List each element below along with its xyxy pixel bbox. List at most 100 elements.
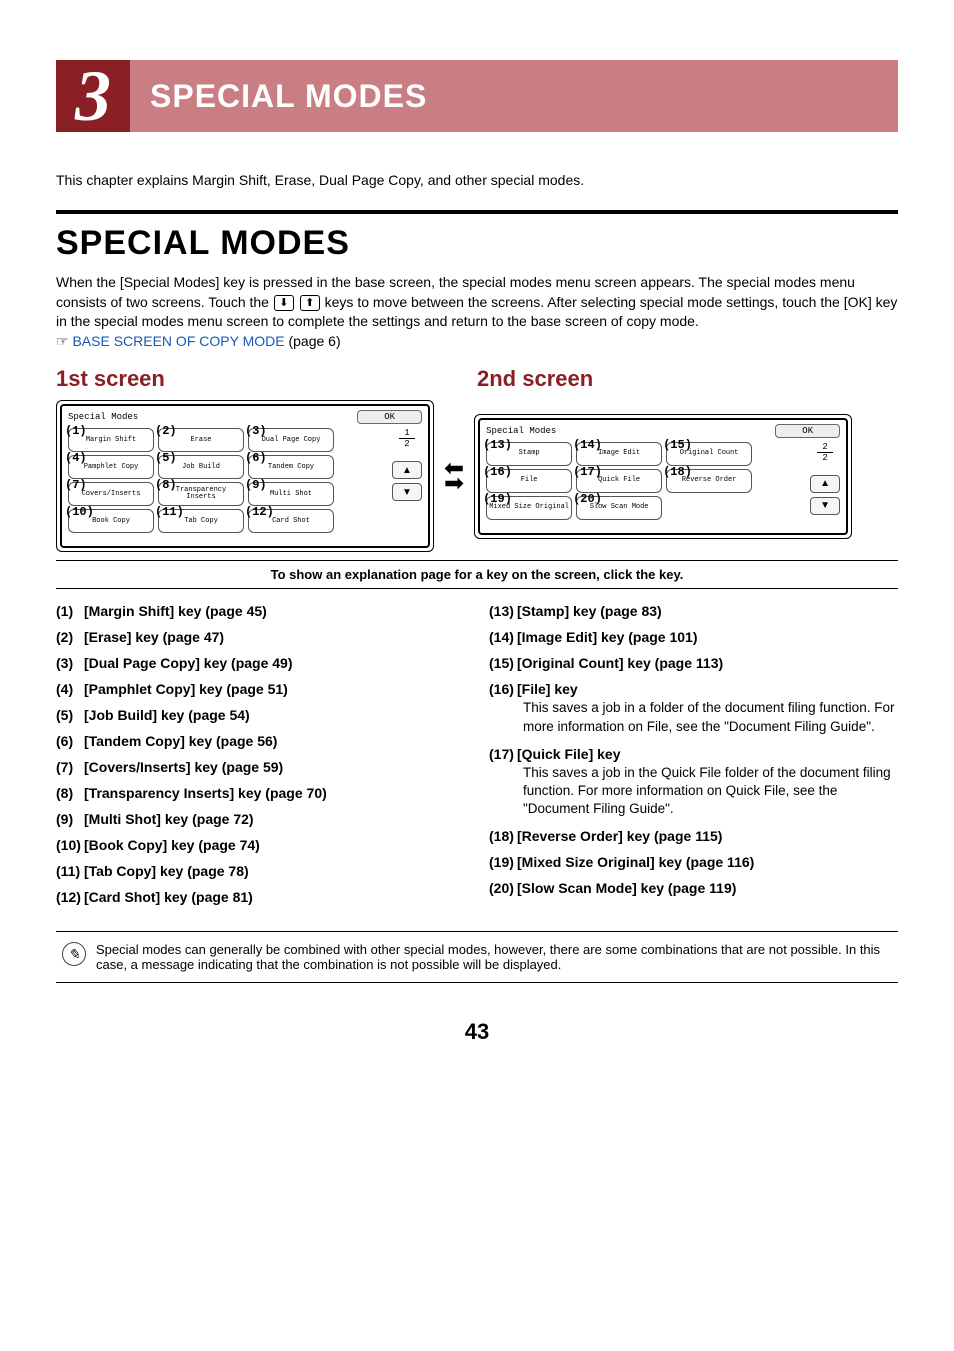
item-number: (4) (56, 681, 84, 697)
mode-key[interactable]: (10)Book Copy (68, 509, 154, 533)
page-number: 43 (56, 1019, 898, 1045)
callout-number: (17) (573, 466, 602, 479)
mode-key[interactable]: (14)Image Edit (576, 442, 662, 466)
divider (56, 210, 898, 214)
item-label: [Tandem Copy] key (page 56) (84, 733, 277, 749)
chapter-title: SPECIAL MODES (130, 60, 898, 132)
mode-key-label: Pamphlet Copy (84, 464, 139, 472)
up-arrow-icon: ⬆ (300, 295, 320, 311)
pointer-icon: ☞ (56, 335, 69, 350)
item-label: [Covers/Inserts] key (page 59) (84, 759, 283, 775)
item-label: [Image Edit] key (page 101) (517, 629, 698, 645)
item-number: (1) (56, 603, 84, 619)
key-list-item: (5)[Job Build] key (page 54) (56, 707, 465, 723)
mode-key[interactable]: (8)Transparency Inserts (158, 482, 244, 506)
item-number: (14) (489, 629, 517, 645)
ok-button[interactable]: OK (775, 424, 840, 438)
item-number: (8) (56, 785, 84, 801)
item-label: [Job Build] key (page 54) (84, 707, 250, 723)
item-label: [Transparency Inserts] key (page 70) (84, 785, 327, 801)
callout-number: (11) (155, 506, 184, 519)
callout-number: (3) (245, 425, 267, 438)
item-number: (17) (489, 746, 517, 762)
note-box: ✎ Special modes can generally be combine… (56, 931, 898, 983)
mode-key-label: Erase (190, 437, 211, 445)
page-indicator: 22 (817, 442, 833, 463)
swap-icon: ⬅➡ (444, 459, 464, 493)
callout-number: (10) (65, 506, 94, 519)
callout-number: (18) (663, 466, 692, 479)
item-label: [Reverse Order] key (page 115) (517, 828, 722, 844)
scroll-down-button[interactable]: ▼ (810, 497, 840, 515)
mode-key[interactable]: (9)Multi Shot (248, 482, 334, 506)
item-number: (12) (56, 889, 84, 905)
ok-button[interactable]: OK (357, 410, 422, 424)
item-label: [Stamp] key (page 83) (517, 603, 662, 619)
mode-key[interactable]: (4)Pamphlet Copy (68, 455, 154, 479)
item-label: [Original Count] key (page 113) (517, 655, 723, 671)
scroll-up-button[interactable]: ▲ (392, 461, 422, 479)
item-label: [Margin Shift] key (page 45) (84, 603, 267, 619)
key-list-item: (18)[Reverse Order] key (page 115) (489, 828, 898, 844)
mode-key[interactable]: (5) Job Build (158, 455, 244, 479)
mode-key[interactable]: (6)Tandem Copy (248, 455, 334, 479)
mode-key-label: Job Build (182, 464, 220, 472)
mode-key[interactable]: (20)Slow Scan Mode (576, 496, 662, 520)
mode-key[interactable]: (7)Covers/Inserts (68, 482, 154, 506)
base-screen-link[interactable]: BASE SCREEN OF COPY MODE (72, 333, 284, 349)
mode-key-label: Image Edit (598, 450, 640, 458)
callout-number: (7) (65, 479, 87, 492)
chapter-number: 3 (56, 60, 130, 132)
mode-key-label: Stamp (519, 450, 540, 458)
mode-key-label: Multi Shot (270, 491, 312, 499)
callout-number: (12) (245, 506, 274, 519)
mode-key[interactable]: (16) File (486, 469, 572, 493)
mode-key[interactable]: (13)Stamp (486, 442, 572, 466)
item-number: (18) (489, 828, 517, 844)
mode-key[interactable]: (11)Tab Copy (158, 509, 244, 533)
mode-key-label: Book Copy (92, 518, 130, 526)
mode-key-label: Tandem Copy (268, 464, 314, 472)
item-number: (10) (56, 837, 84, 853)
item-number: (16) (489, 681, 517, 697)
item-label: [Erase] key (page 47) (84, 629, 224, 645)
key-list-item: (17)[Quick File] keyThis saves a job in … (489, 746, 898, 819)
key-list-item: (16)[File] keyThis saves a job in a fold… (489, 681, 898, 735)
item-number: (5) (56, 707, 84, 723)
item-label: [Dual Page Copy] key (page 49) (84, 655, 293, 671)
mode-key[interactable]: (3)Dual Page Copy (248, 428, 334, 452)
mode-key[interactable]: (1)Margin Shift (68, 428, 154, 452)
mode-key[interactable]: (12)Card Shot (248, 509, 334, 533)
callout-number: (15) (663, 439, 692, 452)
mode-key-label: File (521, 477, 538, 485)
key-list-item: (1)[Margin Shift] key (page 45) (56, 603, 465, 619)
callout-number: (5) (155, 452, 177, 465)
mode-key[interactable]: (19)Mixed Size Original (486, 496, 572, 520)
link-page: (page 6) (285, 333, 341, 349)
page-indicator: 12 (399, 428, 415, 449)
section-heading: SPECIAL MODES (56, 224, 898, 263)
callout-number: (9) (245, 479, 267, 492)
item-number: (20) (489, 880, 517, 896)
key-list-item: (9)[Multi Shot] key (page 72) (56, 811, 465, 827)
first-screen-heading: 1st screen (56, 366, 477, 392)
mode-key[interactable]: (15)Original Count (666, 442, 752, 466)
key-list-item: (14)[Image Edit] key (page 101) (489, 629, 898, 645)
mode-key[interactable]: (18)Reverse Order (666, 469, 752, 493)
caption: To show an explanation page for a key on… (56, 560, 898, 589)
mode-key[interactable]: (17)Quick File (576, 469, 662, 493)
mode-key-label: Quick File (598, 477, 640, 485)
second-screen-heading: 2nd screen (477, 366, 898, 392)
key-list-item: (12)[Card Shot] key (page 81) (56, 889, 465, 905)
item-label: [Card Shot] key (page 81) (84, 889, 253, 905)
item-description: This saves a job in a folder of the docu… (523, 699, 898, 735)
item-number: (9) (56, 811, 84, 827)
callout-number: (16) (483, 466, 512, 479)
callout-number: (8) (155, 479, 177, 492)
mode-key-label: Dual Page Copy (262, 437, 321, 445)
mode-key[interactable]: (2)Erase (158, 428, 244, 452)
scroll-up-button[interactable]: ▲ (810, 475, 840, 493)
scroll-down-button[interactable]: ▼ (392, 483, 422, 501)
item-number: (13) (489, 603, 517, 619)
key-list-item: (10)[Book Copy] key (page 74) (56, 837, 465, 853)
